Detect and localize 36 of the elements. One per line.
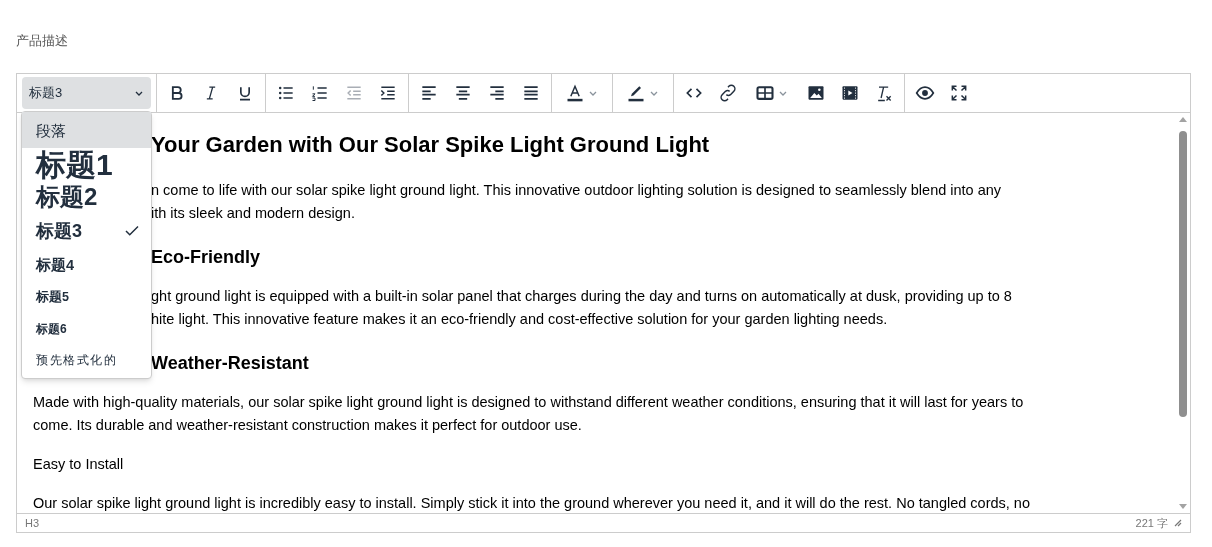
subheading: Eco-Friendly [151, 246, 261, 269]
paragraph: n come to life with our solar spike light ground light. This innovative outdoor lighting solution is designed to seamlessly blend into any ith its sleek and modern design. [151, 181, 1002, 223]
word-count[interactable]: 221 字 [1135, 514, 1168, 532]
text-color-icon [565, 83, 585, 103]
subheading: Weather-Resistant [151, 352, 309, 375]
menu-item[interactable]: 标题5 [22, 280, 151, 314]
resize-handle-icon[interactable] [1174, 519, 1182, 527]
element-path[interactable]: H3 [25, 514, 40, 532]
menu-item[interactable]: 标题2 [22, 182, 151, 212]
film-icon [840, 83, 860, 103]
menu-item[interactable]: 段落 [22, 112, 151, 148]
paragraph: Easy to Install [33, 455, 124, 474]
menu-item[interactable]: 标题4 [22, 250, 151, 280]
block-format-dropdown[interactable]: 标题3 [22, 77, 151, 109]
field-label: 产品描述 [16, 32, 68, 49]
paragraph: ght ground light is equipped with a built-in solar panel that charges during the day and turns on automatically at dusk, providing up to 8 hite light. This innovative feature makes it an eco-friendly and cost-effective solution for your garden lighting needs. [151, 287, 1012, 329]
highlighter-icon [626, 83, 646, 103]
menu-item[interactable]: 标题1 [22, 148, 151, 182]
align-left-icon [419, 83, 439, 103]
image-icon [806, 83, 826, 103]
fullscreen-icon [949, 83, 969, 103]
link-icon [718, 83, 738, 103]
numbered-list-icon [310, 83, 330, 103]
paragraph: Our solar spike light ground light is incredibly easy to install. Simply stick it into the ground wherever you need it, and it will do the rest. No tangled cords, no [33, 494, 1030, 513]
paragraph: Made with high-quality materials, our solar spike light ground light is designed to withstand different weather conditions, ensuring that it will last for years to come. Its durable and weather-resistant construction makes it perfect for outdoor use. [33, 393, 1024, 435]
preview-icon [915, 83, 935, 103]
align-center-icon [453, 83, 473, 103]
heading: Your Garden with Our Solar Spike Light Ground Light [151, 131, 710, 159]
menu-item[interactable]: 标题6 [22, 314, 151, 344]
menu-item[interactable]: 预先格式化的 [22, 344, 151, 376]
align-right-icon [487, 83, 507, 103]
indent-icon [378, 83, 398, 103]
outdent-icon [344, 83, 364, 103]
menu-item[interactable]: 标题3 [22, 212, 151, 250]
justify-icon [521, 83, 541, 103]
table-icon [755, 83, 775, 103]
